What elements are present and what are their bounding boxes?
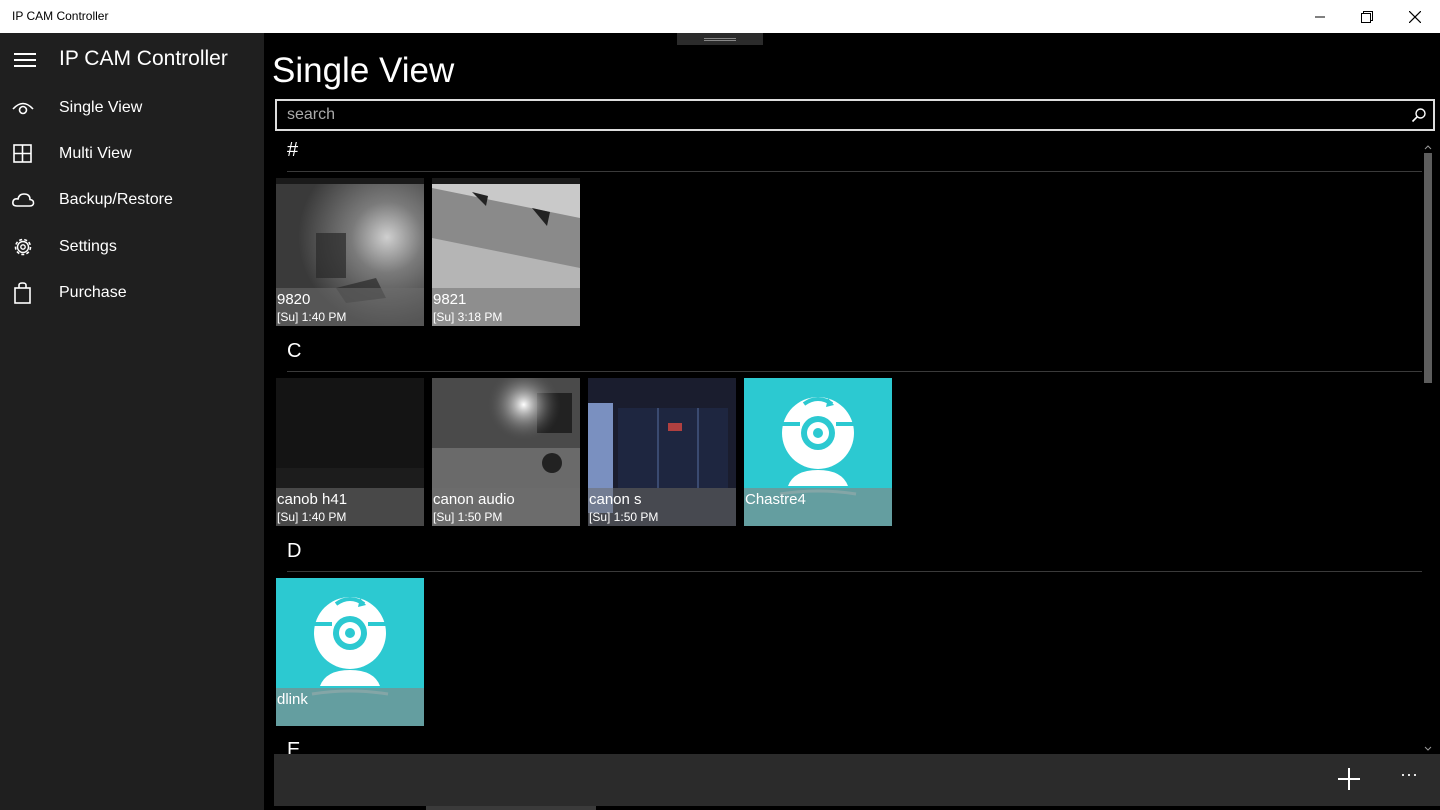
- group-divider: [287, 371, 1422, 372]
- search-box[interactable]: [275, 99, 1435, 131]
- search-icon[interactable]: [1411, 107, 1427, 123]
- camera-timestamp: [Su] 1:50 PM: [433, 510, 503, 524]
- close-icon: [1409, 10, 1421, 23]
- sidebar-item-label: Backup/Restore: [59, 191, 173, 208]
- window-title: IP CAM Controller: [12, 9, 109, 23]
- eye-icon: [12, 102, 34, 115]
- scroll-thumb[interactable]: [1424, 153, 1432, 383]
- sidebar-app-name: IP CAM Controller: [59, 47, 228, 70]
- restore-icon: [1361, 10, 1373, 23]
- vertical-scrollbar[interactable]: [1422, 143, 1434, 753]
- shopping-bag-icon: [14, 282, 31, 304]
- page-title: Single View: [272, 51, 455, 90]
- camera-timestamp: [Su] 1:40 PM: [277, 510, 347, 524]
- camera-name: 9821: [433, 291, 467, 308]
- close-button[interactable]: [1392, 0, 1438, 33]
- camera-tile-chastre4[interactable]: Chastre4: [744, 378, 892, 526]
- grid-icon: [13, 144, 32, 163]
- camera-name: canon s: [589, 491, 642, 508]
- camera-name: dlink: [277, 691, 308, 708]
- minimize-icon: [1315, 16, 1325, 17]
- main-content: Single View # 9820 [Su] 1:40 PM: [264, 33, 1440, 810]
- camera-timestamp: [Su] 3:18 PM: [433, 310, 503, 324]
- group-header-d[interactable]: D: [287, 540, 301, 563]
- scroll-up-icon[interactable]: [1422, 143, 1434, 151]
- camera-name: 9820: [277, 291, 311, 308]
- more-options-button[interactable]: ···: [1394, 764, 1424, 794]
- search-input[interactable]: [277, 101, 1397, 129]
- camera-tile-canob-h41[interactable]: canob h41 [Su] 1:40 PM: [276, 378, 424, 526]
- camera-tile-9821[interactable]: 9821 [Su] 3:18 PM: [432, 178, 580, 326]
- sidebar-item-label: Purchase: [59, 284, 127, 301]
- sidebar-item-single-view[interactable]: Single View: [0, 86, 264, 130]
- bottom-handle: [426, 806, 596, 810]
- sidebar-item-label: Single View: [59, 99, 143, 116]
- sidebar-item-purchase[interactable]: Purchase: [0, 271, 264, 315]
- camera-tile-canon-s[interactable]: canon s [Su] 1:50 PM: [588, 378, 736, 526]
- camera-name: canon audio: [433, 491, 515, 508]
- sidebar: IP CAM Controller Single View Multi View…: [0, 33, 264, 810]
- camera-tile-dlink[interactable]: dlink: [276, 578, 424, 726]
- sidebar-item-settings[interactable]: Settings: [0, 225, 264, 269]
- title-bar: IP CAM Controller: [0, 0, 1440, 33]
- restore-button[interactable]: [1344, 0, 1390, 33]
- sidebar-item-multi-view[interactable]: Multi View: [0, 132, 264, 176]
- hamburger-icon: [14, 53, 36, 55]
- camera-timestamp: [Su] 1:50 PM: [589, 510, 659, 524]
- gear-icon: [14, 238, 32, 256]
- drag-handle[interactable]: [677, 33, 763, 45]
- camera-name: Chastre4: [745, 491, 806, 508]
- group-header-hash[interactable]: #: [287, 139, 298, 162]
- hamburger-menu-button[interactable]: [14, 53, 38, 71]
- sidebar-item-label: Settings: [59, 238, 117, 255]
- camera-timestamp: [Su] 1:40 PM: [277, 310, 347, 324]
- sidebar-item-label: Multi View: [59, 145, 132, 162]
- minimize-button[interactable]: [1297, 0, 1343, 33]
- camera-tile-9820[interactable]: 9820 [Su] 1:40 PM: [276, 178, 424, 326]
- scroll-down-icon[interactable]: [1422, 745, 1434, 753]
- command-bar: ···: [274, 754, 1440, 806]
- camera-name: canob h41: [277, 491, 348, 508]
- group-header-c[interactable]: C: [287, 340, 301, 363]
- group-divider: [287, 171, 1422, 172]
- cloud-icon: [12, 193, 35, 207]
- sidebar-item-backup-restore[interactable]: Backup/Restore: [0, 178, 264, 222]
- camera-tile-canon-audio[interactable]: canon audio [Su] 1:50 PM: [432, 378, 580, 526]
- group-divider: [287, 571, 1422, 572]
- plus-icon[interactable]: [1336, 766, 1362, 792]
